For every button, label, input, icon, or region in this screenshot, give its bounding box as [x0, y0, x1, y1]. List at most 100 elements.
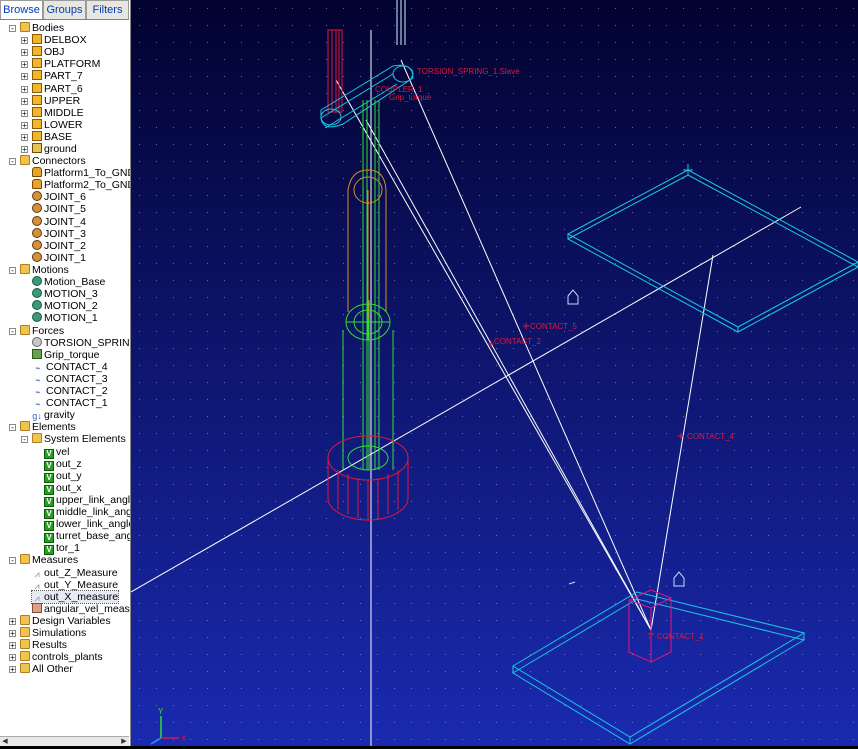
tree-item-PART_6[interactable]: + PART_6: [21, 83, 83, 95]
tree-item-angular_vel_measure[interactable]: angular_vel_measure: [32, 603, 130, 615]
tree-item-out_Z_Measure[interactable]: ⩘ out_Z_Measure: [32, 567, 117, 579]
tree-item-JOINT_3[interactable]: JOINT_3: [32, 228, 86, 240]
tree-item-label: upper_link_angle: [56, 494, 131, 506]
tree-item-out_x[interactable]: Vout_x: [44, 482, 82, 495]
tree-item-Grip_torque[interactable]: Grip_torque: [32, 349, 99, 361]
tree-item-CONTACT_3[interactable]: ⌁ CONTACT_3: [32, 373, 108, 385]
collapse-icon[interactable]: -: [9, 557, 16, 565]
tree-group-forces[interactable]: - Forces: [9, 325, 64, 337]
expand-icon[interactable]: +: [21, 110, 28, 118]
tree-item-TORSION_SPRING_1[interactable]: TORSION_SPRING_1: [32, 337, 130, 349]
tree-item-PLATFORM[interactable]: + PLATFORM: [21, 58, 100, 70]
tab-browse[interactable]: Browse: [0, 0, 43, 19]
expand-icon[interactable]: +: [21, 134, 28, 142]
tab-groups[interactable]: Groups: [43, 0, 86, 19]
tree-item-MOTION_3[interactable]: MOTION_3: [32, 288, 98, 300]
axis-y-label: Y: [158, 707, 164, 716]
tree-item-out_z[interactable]: Vout_z: [44, 458, 82, 471]
tree-item-out_X_measure[interactable]: ⩘ out_X_measure: [30, 590, 120, 604]
tree-item-label: JOINT_4: [44, 216, 87, 228]
collapse-icon[interactable]: -: [21, 436, 28, 444]
expand-icon[interactable]: +: [9, 666, 16, 674]
expand-icon[interactable]: +: [21, 86, 28, 94]
tree-item-MOTION_1[interactable]: MOTION_1: [32, 312, 98, 324]
scroll-left-icon[interactable]: ◀: [0, 737, 10, 746]
tree-item-PART_7[interactable]: + PART_7: [21, 70, 83, 82]
tree-item-DELBOX[interactable]: + DELBOX: [21, 34, 87, 46]
tree-item-BASE[interactable]: + BASE: [21, 131, 72, 143]
collapse-icon[interactable]: -: [9, 158, 16, 166]
tree-group-results[interactable]: + Results: [9, 639, 67, 651]
scroll-right-icon[interactable]: ▶: [119, 737, 129, 746]
tree-group-controls_plants[interactable]: + controls_plants: [9, 651, 103, 663]
tree-item-CONTACT_2[interactable]: ⌁ CONTACT_2: [32, 385, 107, 397]
contact-icon: ⌁: [35, 387, 41, 397]
tree-group-bodies[interactable]: - Bodies: [9, 22, 64, 34]
tree-item-label: controls_plants: [32, 651, 103, 663]
expand-icon[interactable]: +: [21, 49, 28, 57]
contact-icon: ⌁: [35, 375, 41, 385]
3d-viewport[interactable]: TORSION_SPRING_1.Slave COUPLER_1 Grip_to…: [130, 0, 858, 746]
expand-icon[interactable]: +: [9, 618, 16, 626]
tree-item-CONTACT_4[interactable]: ⌁ CONTACT_4: [32, 361, 107, 373]
model-canvas[interactable]: TORSION_SPRING_1.Slave COUPLER_1 Grip_to…: [130, 0, 858, 746]
tree-item-label: PART_7: [44, 70, 83, 82]
tree-group-elements[interactable]: - Elements: [9, 421, 76, 433]
expand-icon[interactable]: +: [21, 98, 28, 106]
collapse-icon[interactable]: -: [9, 267, 16, 275]
tree-item-CONTACT_1[interactable]: ⌁ CONTACT_1: [32, 397, 107, 409]
tree-group-connectors[interactable]: - Connectors: [9, 155, 86, 167]
tree-item-ground[interactable]: + ground: [21, 143, 77, 155]
tree-item-JOINT_1[interactable]: JOINT_1: [32, 252, 86, 264]
meas-icon: ⩘: [34, 569, 40, 579]
tree-group-system-elements[interactable]: - System Elements: [21, 433, 126, 445]
tree-item-upper_link_angle[interactable]: Vupper_link_angle: [44, 494, 131, 507]
tree-item-MOTION_2[interactable]: MOTION_2: [32, 300, 98, 312]
tab-filters[interactable]: Filters: [86, 0, 129, 19]
expand-icon[interactable]: +: [21, 37, 28, 45]
tree-item-Motion_Base[interactable]: Motion_Base: [32, 276, 105, 288]
tree-item-label: Motion_Base: [44, 276, 106, 288]
tree-item-tor_1[interactable]: Vtor_1: [44, 542, 80, 555]
tree-item-middle_link_angle[interactable]: Vmiddle_link_angle: [44, 506, 130, 519]
tree-item-lower_link_angle[interactable]: Vlower_link_angle: [44, 518, 130, 531]
tree-item-LOWER[interactable]: + LOWER: [21, 119, 83, 131]
tree-item-vel[interactable]: Vvel: [44, 446, 69, 459]
expand-icon[interactable]: +: [9, 654, 16, 662]
tree-item-JOINT_6[interactable]: JOINT_6: [32, 191, 86, 203]
tree-item-turret_base_angle[interactable]: Vturret_base_angle: [44, 530, 130, 543]
tree-item-label: MOTION_1: [44, 312, 98, 324]
collapse-icon[interactable]: -: [9, 25, 16, 33]
tree-group-simulations[interactable]: + Simulations: [9, 627, 86, 639]
expand-icon[interactable]: +: [21, 73, 28, 81]
tree-item-Platform1_To_GND[interactable]: Platform1_To_GND: [32, 167, 130, 179]
body-icon: [32, 58, 42, 68]
tree-group-motions[interactable]: - Motions: [9, 264, 69, 276]
collapse-icon[interactable]: -: [9, 424, 16, 432]
tree-item-label: angular_vel_measure: [44, 603, 130, 615]
tree-item-JOINT_2[interactable]: JOINT_2: [32, 240, 86, 252]
collapse-icon[interactable]: -: [9, 328, 16, 336]
tree-item-gravity[interactable]: g↓ gravity: [32, 409, 75, 421]
tree-item-JOINT_4[interactable]: JOINT_4: [32, 216, 86, 228]
label-grip: Grip_torque: [389, 93, 432, 102]
tree-item-MIDDLE[interactable]: + MIDDLE: [21, 107, 84, 119]
tree-group-design-variables[interactable]: + Design Variables: [9, 615, 111, 627]
tree-item-label: Measures: [32, 554, 79, 566]
tree-item-OBJ[interactable]: + OBJ: [21, 46, 65, 58]
tree-group-all-other[interactable]: + All Other: [9, 663, 73, 675]
tree-item-UPPER[interactable]: + UPPER: [21, 95, 80, 107]
horizontal-scrollbar[interactable]: ◀ ▶: [0, 736, 129, 746]
tree-item-label: OBJ: [44, 46, 65, 58]
expand-icon[interactable]: +: [21, 122, 28, 130]
tree-item-out_y[interactable]: Vout_y: [44, 470, 82, 483]
expand-icon[interactable]: +: [21, 146, 28, 154]
tree-item-out_Y_Measure[interactable]: ⩘ out_Y_Measure: [32, 579, 118, 591]
tree-item-JOINT_5[interactable]: JOINT_5: [32, 203, 86, 215]
expand-icon[interactable]: +: [21, 61, 28, 69]
tree-item-label: CONTACT_3: [46, 373, 108, 385]
tree-item-Platform2_To_GND[interactable]: Platform2_To_GND: [32, 179, 130, 191]
tree-group-measures[interactable]: - Measures: [9, 554, 79, 566]
expand-icon[interactable]: +: [9, 630, 16, 638]
expand-icon[interactable]: +: [9, 642, 16, 650]
